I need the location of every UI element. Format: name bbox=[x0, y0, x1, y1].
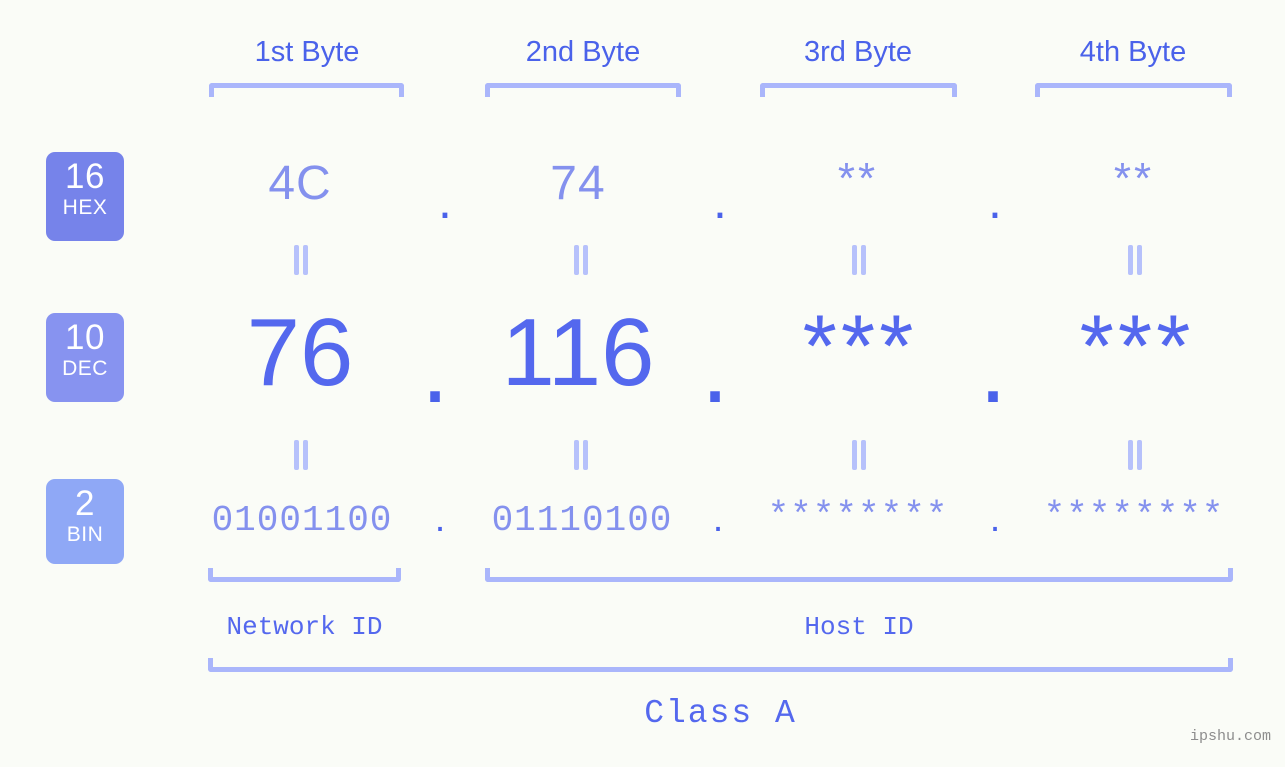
equality-mark-5 bbox=[290, 440, 312, 470]
hex-byte-3-value: ** bbox=[837, 154, 879, 203]
hex-dot-separator-1: . bbox=[438, 173, 452, 229]
byte-header-1: 1st Byte bbox=[254, 36, 360, 68]
base-badge-dec-abbr: DEC bbox=[62, 357, 108, 380]
hex-dot-separator-2: . bbox=[713, 173, 727, 229]
equality-bar bbox=[861, 245, 866, 275]
equality-bar bbox=[1128, 440, 1133, 470]
base-badge-bin-abbr: BIN bbox=[66, 523, 104, 546]
bin-dot-separator-3: . bbox=[989, 498, 1001, 540]
byte-header-3: 3rd Byte bbox=[804, 36, 912, 68]
byte-bracket-1 bbox=[209, 83, 404, 97]
equality-bar bbox=[1137, 245, 1142, 275]
byte-header-4: 4th Byte bbox=[1079, 36, 1187, 68]
ip-address-breakdown-diagram: 1st Byte 2nd Byte 3rd Byte 4th Byte 16 H… bbox=[0, 0, 1285, 767]
host-id-bracket bbox=[485, 568, 1233, 582]
class-bracket bbox=[208, 658, 1233, 672]
equality-bar bbox=[303, 440, 308, 470]
hex-byte-1-value: 4C bbox=[268, 157, 332, 210]
equality-bar bbox=[852, 245, 857, 275]
equality-bar bbox=[574, 440, 579, 470]
equality-bar bbox=[1128, 245, 1133, 275]
equality-bar bbox=[1137, 440, 1142, 470]
equality-bar bbox=[294, 440, 299, 470]
byte-bracket-3 bbox=[760, 83, 957, 97]
equality-mark-8 bbox=[1124, 440, 1146, 470]
equality-bar bbox=[852, 440, 857, 470]
network-id-bracket bbox=[208, 568, 401, 582]
network-id-label: Network ID bbox=[226, 612, 383, 642]
dec-dot-separator-3: . bbox=[979, 312, 1007, 424]
equality-mark-3 bbox=[848, 245, 870, 275]
bin-byte-4-value: ******** bbox=[1043, 496, 1225, 537]
equality-bar bbox=[574, 245, 579, 275]
host-id-label: Host ID bbox=[804, 612, 914, 642]
byte-header-2: 2nd Byte bbox=[525, 36, 641, 68]
base-badge-bin-number: 2 bbox=[75, 484, 95, 523]
equality-mark-6 bbox=[570, 440, 592, 470]
site-watermark: ipshu.com bbox=[1189, 728, 1271, 745]
hex-dot-separator-3: . bbox=[988, 173, 1002, 229]
dec-dot-separator-2: . bbox=[701, 312, 729, 424]
base-badge-bin: 2 BIN bbox=[46, 479, 124, 564]
equality-mark-4 bbox=[1124, 245, 1146, 275]
dec-byte-3-value: *** bbox=[802, 296, 918, 395]
bin-dot-separator-2: . bbox=[712, 498, 724, 540]
hex-byte-4-value: ** bbox=[1113, 154, 1155, 203]
byte-bracket-2 bbox=[485, 83, 681, 97]
equality-mark-1 bbox=[290, 245, 312, 275]
class-label: Class A bbox=[644, 695, 797, 732]
hex-byte-2-value: 74 bbox=[550, 157, 606, 210]
dec-byte-2-value: 116 bbox=[501, 299, 655, 406]
equality-mark-7 bbox=[848, 440, 870, 470]
dec-byte-4-value: *** bbox=[1079, 296, 1195, 395]
bin-byte-3-value: ******** bbox=[767, 496, 949, 537]
base-badge-dec: 10 DEC bbox=[46, 313, 124, 402]
base-badge-hex: 16 HEX bbox=[46, 152, 124, 241]
equality-bar bbox=[583, 245, 588, 275]
base-badge-dec-number: 10 bbox=[65, 318, 105, 357]
equality-bar bbox=[583, 440, 588, 470]
equality-bar bbox=[861, 440, 866, 470]
byte-bracket-4 bbox=[1035, 83, 1232, 97]
base-badge-hex-number: 16 bbox=[65, 157, 105, 196]
bin-byte-2-value: 01110100 bbox=[491, 500, 673, 541]
equality-bar bbox=[303, 245, 308, 275]
equality-mark-2 bbox=[570, 245, 592, 275]
equality-bar bbox=[294, 245, 299, 275]
base-badge-hex-abbr: HEX bbox=[62, 196, 108, 219]
dec-byte-1-value: 76 bbox=[246, 299, 354, 406]
bin-byte-1-value: 01001100 bbox=[211, 500, 393, 541]
bin-dot-separator-1: . bbox=[434, 498, 446, 540]
